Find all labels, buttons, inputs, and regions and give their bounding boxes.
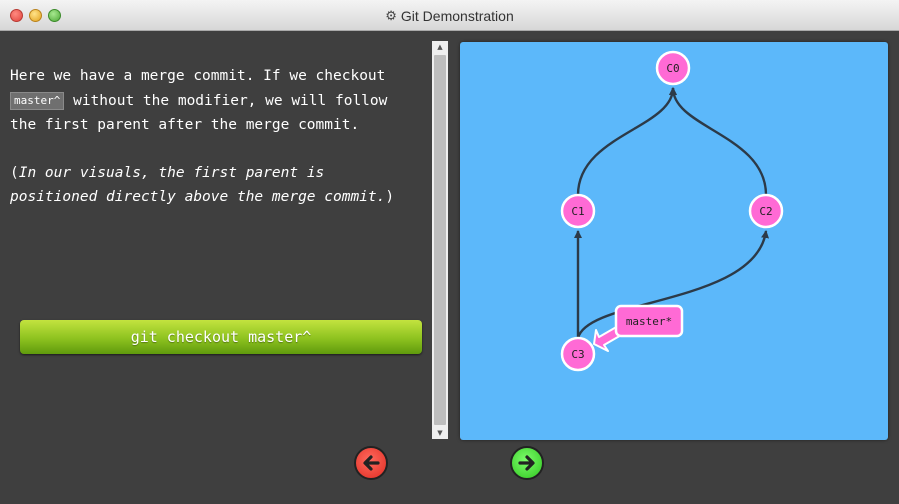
left-arrow-icon xyxy=(363,455,380,471)
instructions-scrollbar[interactable]: ▲ ▼ xyxy=(432,41,448,439)
git-visualization: master* C0 C1 C2 C3 xyxy=(460,42,888,440)
commit-label: C2 xyxy=(759,205,772,218)
branch-master[interactable]: master* xyxy=(593,304,684,352)
scroll-thumb[interactable] xyxy=(434,55,446,425)
instruction-text: ( xyxy=(10,164,19,181)
edge-c2-c0 xyxy=(669,87,768,196)
commit-node-c3[interactable]: C3 xyxy=(560,336,596,372)
inline-code: master^ xyxy=(10,91,65,110)
commit-label: C0 xyxy=(666,62,679,75)
commit-node-c1[interactable]: C1 xyxy=(560,193,596,229)
instruction-paragraph-1: Here we have a merge commit. If we check… xyxy=(10,64,420,138)
scroll-down-icon[interactable]: ▼ xyxy=(432,427,448,439)
git-command-button[interactable]: git checkout master^ xyxy=(20,320,422,354)
commit-label: C3 xyxy=(571,348,584,361)
scroll-up-icon[interactable]: ▲ xyxy=(432,41,448,53)
instruction-text: without the modifier, we will follow the… xyxy=(10,92,388,134)
commit-node-c2[interactable]: C2 xyxy=(748,193,784,229)
commit-node-c0[interactable]: C0 xyxy=(655,50,691,86)
title-bar: ⚙ Git Demonstration xyxy=(0,0,899,31)
gear-icon: ⚙ xyxy=(385,7,397,23)
git-command-label: git checkout master^ xyxy=(130,328,312,346)
window-title-container: ⚙ Git Demonstration xyxy=(0,0,899,31)
window-title: Git Demonstration xyxy=(400,7,514,24)
edge-c1-c0 xyxy=(576,87,677,196)
instructions-panel: Here we have a merge commit. If we check… xyxy=(10,64,420,210)
app-window: ⚙ Git Demonstration Here we have a merge… xyxy=(0,0,899,504)
commit-label: C1 xyxy=(571,205,584,218)
right-arrow-icon xyxy=(518,455,535,471)
instruction-note: In our visuals, the first parent is posi… xyxy=(10,164,386,206)
commit-graph: master* C0 C1 C2 C3 xyxy=(560,50,784,372)
instruction-paragraph-2: (In our visuals, the first parent is pos… xyxy=(10,161,420,210)
forward-arrow-button[interactable] xyxy=(510,446,544,480)
instruction-text: Here we have a merge commit. If we check… xyxy=(10,68,386,84)
branch-label: master* xyxy=(626,315,672,328)
back-arrow-button[interactable] xyxy=(354,446,388,480)
instruction-text: ) xyxy=(385,189,395,205)
